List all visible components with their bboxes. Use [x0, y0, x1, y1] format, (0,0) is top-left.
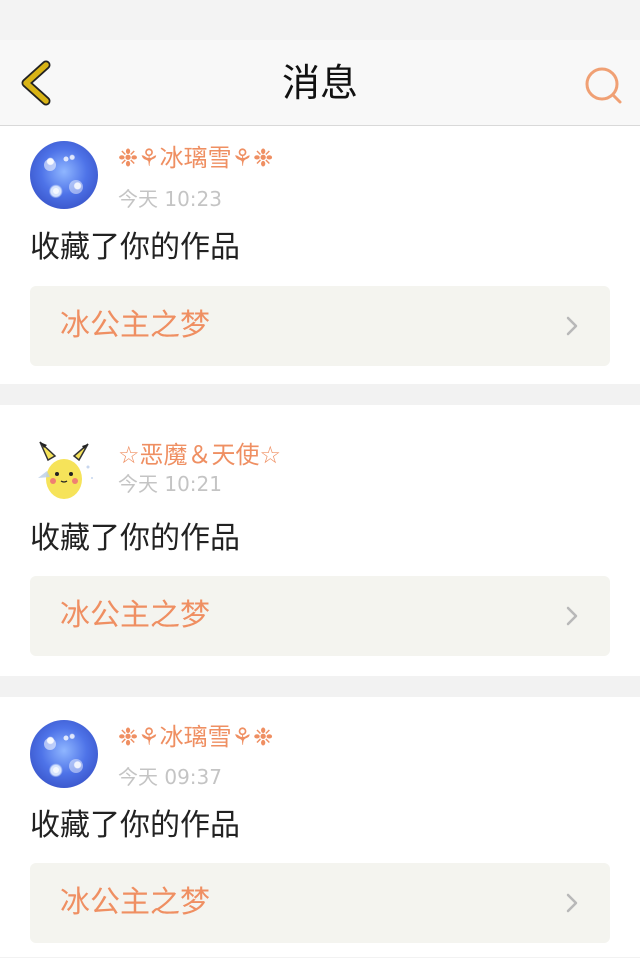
chevron-right-icon: [566, 316, 578, 336]
chevron-right-icon: [566, 606, 578, 626]
work-link[interactable]: 冰公主之梦: [30, 286, 610, 366]
top-navigation-bar: 消息: [0, 40, 640, 126]
user-avatar[interactable]: [30, 141, 98, 209]
work-link[interactable]: 冰公主之梦: [30, 863, 610, 943]
message-card: ❉⚘冰璃雪⚘❉ 今天 10:23 收藏了你的作品 冰公主之梦: [0, 126, 640, 384]
message-time: 今天 10:23: [118, 187, 222, 211]
user-avatar[interactable]: [30, 436, 98, 504]
snowflake-icon: [44, 735, 83, 773]
pikachu-avatar-icon: [38, 441, 93, 499]
message-card: ☆恶魔＆天使☆ 今天 10:21 收藏了你的作品 冰公主之梦: [0, 405, 640, 676]
message-action: 收藏了你的作品: [30, 230, 240, 265]
message-action: 收藏了你的作品: [30, 521, 240, 556]
page-title: 消息: [281, 61, 358, 105]
username[interactable]: ❉⚘冰璃雪⚘❉: [118, 722, 273, 752]
work-title: 冰公主之梦: [60, 598, 210, 633]
user-avatar[interactable]: [30, 720, 98, 788]
username[interactable]: ❉⚘冰璃雪⚘❉: [118, 143, 273, 173]
status-bar: [0, 0, 640, 40]
message-action: 收藏了你的作品: [30, 808, 240, 843]
username[interactable]: ☆恶魔＆天使☆: [118, 440, 281, 470]
work-title: 冰公主之梦: [60, 885, 210, 920]
work-link[interactable]: 冰公主之梦: [30, 576, 610, 656]
work-title: 冰公主之梦: [60, 308, 210, 343]
message-list: ❉⚘冰璃雪⚘❉ 今天 10:23 收藏了你的作品 冰公主之梦 ☆恶魔＆天使☆ 今…: [0, 126, 640, 957]
message-time: 今天 10:21: [118, 472, 222, 496]
chevron-right-icon: [566, 893, 578, 913]
snowflake-icon: [44, 156, 83, 194]
message-card: ❉⚘冰璃雪⚘❉ 今天 09:37 收藏了你的作品 冰公主之梦: [0, 697, 640, 957]
search-button[interactable]: [580, 62, 628, 110]
search-icon: [585, 67, 622, 104]
message-time: 今天 09:37: [118, 765, 222, 789]
